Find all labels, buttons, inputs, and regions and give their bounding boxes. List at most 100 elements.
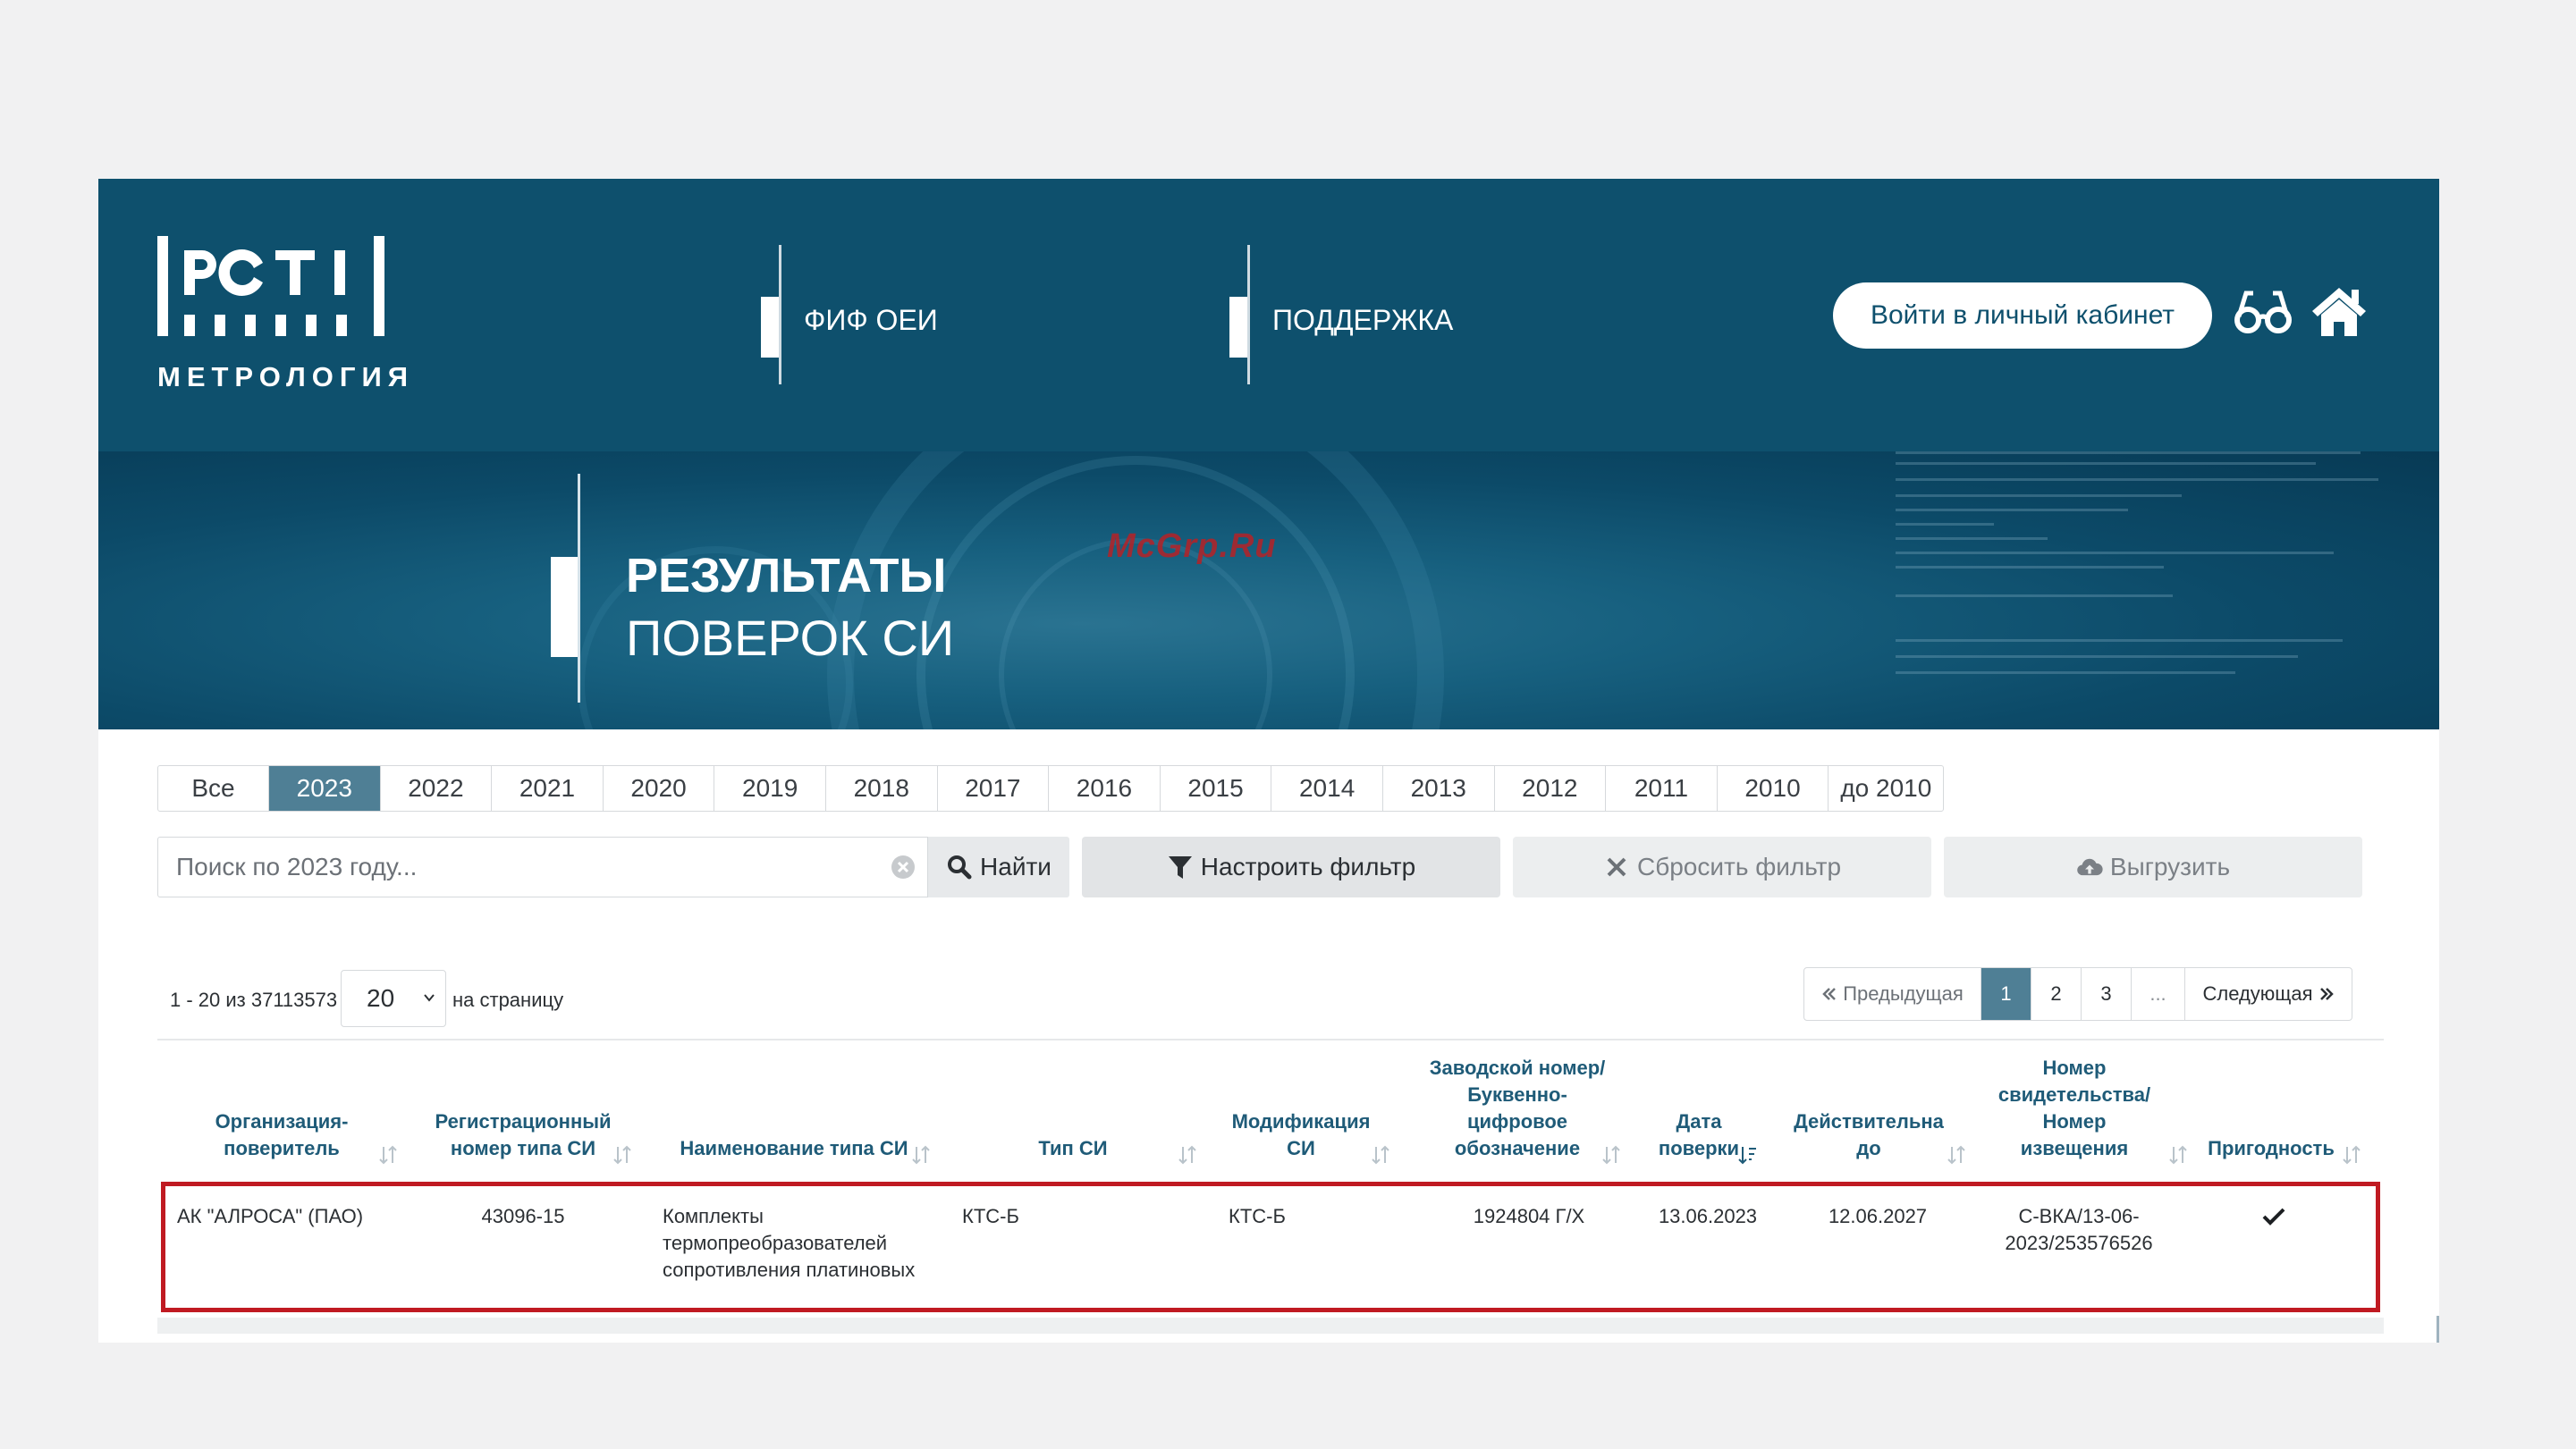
page-frame: МЕТРОЛОГИЯ ФИФ ОЕИ ПОДДЕРЖКА Войти в лич…: [98, 179, 2439, 1343]
nav-fif-oei[interactable]: ФИФ ОЕИ: [761, 245, 993, 384]
cell-serial: 1924804 Г/Х: [1473, 1205, 1585, 1227]
cell-reg-number[interactable]: 43096-15: [456, 1203, 590, 1230]
year-tab-2016[interactable]: 2016: [1049, 766, 1161, 811]
search-box: [157, 837, 928, 897]
page-1-button[interactable]: 1: [1981, 968, 2031, 1020]
col-header-reg-number[interactable]: Регистрационный номер типа СИ: [420, 1108, 626, 1162]
find-button[interactable]: Найти: [928, 837, 1069, 897]
sort-icon[interactable]: [612, 1144, 633, 1166]
page-3-button[interactable]: 3: [2082, 968, 2132, 1020]
sort-icon[interactable]: [2341, 1144, 2362, 1166]
cloud-upload-icon: [2077, 858, 2103, 876]
accessibility-glasses-icon[interactable]: [2234, 286, 2293, 340]
year-tab-2019[interactable]: 2019: [714, 766, 826, 811]
banner-marker: [551, 557, 578, 657]
col-header-cert-number[interactable]: Номер свидетельства/ Номер извещения: [1985, 1055, 2164, 1162]
chevron-down-icon: [424, 994, 435, 1002]
year-tab-2010[interactable]: 2010: [1718, 766, 1829, 811]
cell-valid-until: 12.06.2027: [1828, 1205, 1928, 1227]
site-header: МЕТРОЛОГИЯ ФИФ ОЕИ ПОДДЕРЖКА Войти в лич…: [98, 179, 2439, 451]
nav-divider: [779, 245, 781, 384]
year-tab-2014[interactable]: 2014: [1271, 766, 1383, 811]
results-range: 1 - 20 из 37113573: [170, 989, 338, 1011]
year-tab-2018[interactable]: 2018: [826, 766, 938, 811]
table-bottom-strip: [157, 1318, 2384, 1334]
year-tab-2022[interactable]: 2022: [381, 766, 493, 811]
hero-banner: РЕЗУЛЬТАТЫ ПОВЕРОК СИ: [98, 451, 2439, 729]
col-header-serial[interactable]: Заводской номер/ Буквенно- цифровое обоз…: [1406, 1055, 1629, 1162]
prev-page-button[interactable]: Предыдущая: [1804, 968, 1981, 1020]
nav-divider: [1247, 245, 1250, 384]
nav-marker: [1229, 297, 1247, 358]
per-page-select[interactable]: 20: [341, 970, 446, 1027]
login-button[interactable]: Войти в личный кабинет: [1833, 282, 2212, 349]
prev-page-label: Предыдущая: [1843, 982, 1964, 1005]
nav-support[interactable]: ПОДДЕРЖКА: [1229, 245, 1498, 384]
rst-logo-mark: [157, 236, 384, 336]
year-tab-2015[interactable]: 2015: [1161, 766, 1272, 811]
sort-icon[interactable]: [1177, 1144, 1198, 1166]
next-page-label: Следующая: [2202, 982, 2313, 1005]
year-tabs: Все 2023 2022 2021 2020 2019 2018 2017 2…: [157, 765, 1945, 812]
sort-desc-icon[interactable]: [1736, 1144, 1758, 1166]
col-header-type-name[interactable]: Наименование типа СИ: [660, 1135, 928, 1162]
page-2-button[interactable]: 2: [2031, 968, 2082, 1020]
reset-filter-button[interactable]: Сбросить фильтр: [1513, 837, 1931, 897]
clear-search-icon[interactable]: [890, 854, 916, 880]
per-page-value: 20: [367, 984, 395, 1012]
cell-type-name: Комплекты термопреобразователей сопротив…: [663, 1205, 916, 1281]
pagination-ellipsis: ...: [2132, 968, 2185, 1020]
year-tab-2017[interactable]: 2017: [938, 766, 1050, 811]
per-page-label: на страницу: [452, 989, 564, 1011]
next-page-button[interactable]: Следующая: [2185, 968, 2352, 1020]
export-button[interactable]: Выгрузить: [1944, 837, 2362, 897]
year-tab-2023[interactable]: 2023: [269, 766, 381, 811]
double-chevron-right-icon: [2319, 988, 2334, 1000]
col-header-suitable[interactable]: Пригодность: [2200, 1135, 2343, 1162]
nav-label: ФИФ ОЕИ: [804, 304, 938, 336]
filter-button[interactable]: Настроить фильтр: [1082, 837, 1500, 897]
close-icon: [1607, 857, 1626, 877]
divider: [157, 1039, 2384, 1040]
check-icon: [2262, 1208, 2285, 1226]
year-tab-2013[interactable]: 2013: [1383, 766, 1495, 811]
home-icon[interactable]: [2310, 284, 2368, 338]
sort-icon[interactable]: [1600, 1144, 1622, 1166]
cell-verify-date: 13.06.2023: [1658, 1205, 1758, 1227]
year-tab-2020[interactable]: 2020: [604, 766, 715, 811]
page-title: РЕЗУЛЬТАТЫ: [626, 549, 947, 602]
col-header-modification[interactable]: Модификация СИ: [1216, 1108, 1386, 1162]
banner-divider: [578, 474, 580, 703]
search-input[interactable]: [176, 838, 883, 897]
watermark: McGrp.Ru: [1107, 527, 1277, 565]
cell-si-type: КТС-Б: [962, 1205, 1019, 1227]
logo[interactable]: МЕТРОЛОГИЯ: [157, 236, 408, 397]
filter-label: Настроить фильтр: [1200, 853, 1416, 880]
export-label: Выгрузить: [2109, 853, 2231, 880]
sort-icon[interactable]: [2167, 1144, 2189, 1166]
page-subtitle: ПОВЕРОК СИ: [626, 610, 955, 666]
year-tab-before-2010[interactable]: до 2010: [1829, 766, 1943, 811]
cell-org: АК "АЛРОСА" (ПАО): [177, 1205, 364, 1227]
sort-icon[interactable]: [1370, 1144, 1391, 1166]
year-tab-all[interactable]: Все: [158, 766, 269, 811]
year-tab-2012[interactable]: 2012: [1495, 766, 1607, 811]
col-header-valid-until[interactable]: Действительна до: [1779, 1108, 1958, 1162]
banner-decoration: [578, 451, 2378, 729]
nav-marker: [761, 297, 779, 358]
year-tab-2011[interactable]: 2011: [1606, 766, 1718, 811]
cell-cert-number[interactable]: С-ВКА/13-06- 2023/253576526: [1976, 1203, 2182, 1257]
sort-icon[interactable]: [1946, 1144, 1967, 1166]
col-header-si-type[interactable]: Тип СИ: [1001, 1135, 1144, 1162]
sort-icon[interactable]: [377, 1144, 399, 1166]
double-chevron-left-icon: [1822, 988, 1837, 1000]
find-label: Найти: [980, 853, 1052, 880]
cell-modification: КТС-Б: [1229, 1205, 1286, 1227]
reset-filter-label: Сбросить фильтр: [1636, 853, 1842, 880]
logo-text: МЕТРОЛОГИЯ: [157, 361, 415, 392]
year-tab-2021[interactable]: 2021: [492, 766, 604, 811]
scroll-indicator: [2437, 1316, 2439, 1343]
filter-icon: [1168, 856, 1192, 879]
sort-icon[interactable]: [910, 1144, 932, 1166]
col-header-org[interactable]: Организация- поверитель: [197, 1108, 367, 1162]
